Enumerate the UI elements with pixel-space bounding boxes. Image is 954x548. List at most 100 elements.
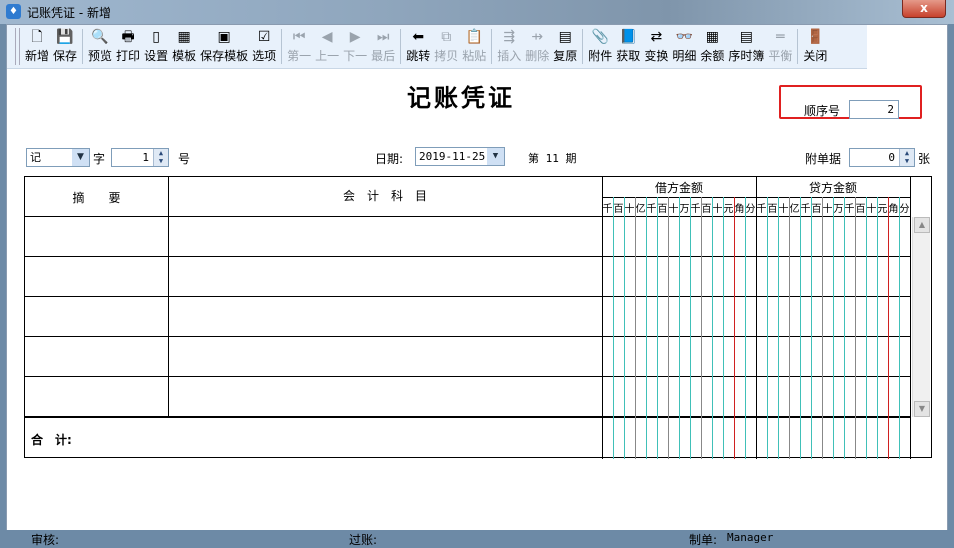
toolbar-button-template[interactable]: ▦ 模板	[170, 25, 198, 68]
seq-label: 顺序号	[804, 104, 841, 118]
digit-unit-label: 角	[888, 204, 899, 215]
toolbar-button-insert-row[interactable]: ⇶ 插入	[495, 25, 523, 68]
column-divider	[602, 177, 603, 459]
toolbar-button-fetch[interactable]: 📘 获取	[614, 25, 642, 68]
title-bar: ♦ 记账凭证 - 新增	[0, 0, 954, 24]
word-label: 字	[93, 152, 106, 166]
toolbar-button-copy[interactable]: ⧉ 拷贝	[432, 25, 460, 68]
toolbar-button-new-doc[interactable]: 🗋 新增	[23, 25, 51, 68]
toolbar-separator	[582, 29, 584, 64]
toolbar-button-page-setup[interactable]: ▯ 设置	[142, 25, 170, 68]
close-window-button[interactable]: x	[902, 0, 946, 18]
maker-value: Manager	[727, 531, 774, 544]
digit-unit-label: 百	[701, 204, 712, 215]
toolbar-button-attachment[interactable]: 📎 附件	[586, 25, 614, 68]
attachments-stepper[interactable]: 0 ▲ ▼	[849, 148, 915, 167]
preview-icon: 🔍	[91, 29, 109, 45]
toolbar-button-label: 获取	[616, 49, 641, 63]
scroll-up-icon[interactable]: ▲	[914, 217, 930, 233]
toolbar-button-label: 平衡	[768, 49, 793, 63]
save-icon: 💾	[56, 29, 74, 45]
digit-gridline	[822, 197, 823, 459]
number-label: 号	[178, 152, 191, 166]
toolbar-button-label: 余额	[700, 49, 725, 63]
toolbar-button-preview[interactable]: 🔍 预览	[86, 25, 114, 68]
toolbar-button-label: 序时簿	[728, 49, 765, 63]
toolbar-grip[interactable]	[15, 28, 20, 65]
save-template-icon: ▣	[217, 29, 231, 45]
exit-door-icon: 🚪	[806, 29, 825, 45]
toolbar-button-binoculars[interactable]: 👓 明细	[670, 25, 698, 68]
toolbar-button-label: 保存	[53, 49, 78, 63]
digit-gridline	[635, 197, 636, 459]
digit-gridline	[811, 197, 812, 459]
toolbar-button-equal[interactable]: ═ 平衡	[766, 25, 794, 68]
spin-arrows-icon[interactable]: ▲ ▼	[899, 149, 914, 166]
voucher-number-stepper[interactable]: 1 ▲ ▼	[111, 148, 169, 167]
digit-unit-label: 百	[855, 204, 866, 215]
digit-gridline	[899, 197, 900, 459]
voucher-word-select[interactable]: 记 ▼	[26, 148, 90, 167]
prev-icon: ◀	[321, 29, 333, 45]
toolbar-button-label: 关闭	[803, 49, 828, 63]
digit-gridline	[767, 197, 768, 459]
toolbar-button-journal[interactable]: ▤ 序时簿	[726, 25, 766, 68]
next-icon: ▶	[349, 29, 361, 45]
chevron-down-icon[interactable]: ▼	[487, 148, 504, 165]
seq-input[interactable]: 2	[849, 100, 899, 119]
toolbar-button-save-template[interactable]: ▣ 保存模板	[198, 25, 250, 68]
toolbar-button-options[interactable]: ☑ 选项	[250, 25, 278, 68]
digit-gridline	[668, 197, 669, 459]
toolbar-button-paste[interactable]: 📋 粘贴	[460, 25, 488, 68]
toolbar-button-print[interactable]: 🖶 打印	[114, 25, 142, 68]
toolbar-button-label: 拷贝	[434, 49, 459, 63]
toolbar-button-first[interactable]: ⏮ 第一	[285, 25, 313, 68]
toolbar-separator	[797, 29, 799, 64]
digit-unit-label: 元	[877, 204, 888, 215]
toolbar-button-label: 打印	[116, 49, 141, 63]
toolbar-button-transform[interactable]: ⇄ 变换	[642, 25, 670, 68]
toolbar-button-label: 变换	[644, 49, 669, 63]
chevron-down-icon[interactable]: ▼	[72, 149, 89, 166]
digit-unit-label: 十	[778, 204, 789, 215]
toolbar-button-jump[interactable]: ⬅ 跳转	[404, 25, 432, 68]
toolbar-button-next[interactable]: ▶ 下一	[341, 25, 369, 68]
digit-gridline	[712, 197, 713, 459]
spin-arrows-icon[interactable]: ▲ ▼	[153, 149, 168, 166]
scroll-down-icon[interactable]: ▼	[914, 401, 930, 417]
digit-gridline	[679, 197, 680, 459]
toolbar-button-save[interactable]: 💾 保存	[51, 25, 79, 68]
toolbar-button-label: 设置	[144, 49, 169, 63]
digit-gridline	[624, 197, 625, 459]
table-scrollbar[interactable]: ▲ ▼	[912, 217, 930, 417]
toolbar-button-label: 复原	[553, 49, 578, 63]
digit-unit-label: 千	[646, 204, 657, 215]
voucher-entry-table: 摘 要 会 计 科 目 借方金额 贷方金额 合 计: ▲ ▼ 千百十亿千百十万千…	[24, 176, 932, 459]
toolbar-button-restore[interactable]: ▤ 复原	[551, 25, 579, 68]
jump-icon: ⬅	[412, 29, 425, 45]
toolbar-button-prev[interactable]: ◀ 上一	[313, 25, 341, 68]
attachment-icon: 📎	[591, 29, 609, 45]
toolbar-button-label: 插入	[497, 49, 522, 63]
toolbar-button-balance[interactable]: ▦ 余额	[698, 25, 726, 68]
digit-unit-label: 亿	[635, 204, 646, 215]
digit-gridline	[778, 197, 779, 459]
date-picker[interactable]: 2019-11-25 ▼	[415, 147, 505, 166]
header-credit: 贷方金额	[808, 181, 857, 195]
digit-unit-label: 百	[767, 204, 778, 215]
toolbar-button-label: 预览	[88, 49, 113, 63]
digit-unit-label: 元	[723, 204, 734, 215]
toolbar-button-exit-door[interactable]: 🚪 关闭	[801, 25, 829, 68]
digit-gridline	[877, 197, 878, 459]
digit-unit-label: 十	[822, 204, 833, 215]
toolbar-button-last[interactable]: ⏭ 最后	[369, 25, 397, 68]
digit-unit-label: 百	[657, 204, 668, 215]
toolbar: 🗋 新增 💾 保存 🔍 预览 🖶 打印 ▯ 设置 ▦ 模板 ▣ 保存模板 ☑ 选项 ⏮ 第一 ◀ 上一 ▶ 下一 ⏭ 最后 ⬅ 跳…	[7, 25, 867, 69]
digit-gridline	[745, 197, 746, 459]
digit-gridline	[690, 197, 691, 459]
attachments-value: 0	[888, 151, 895, 164]
fetch-icon: 📘	[619, 29, 638, 45]
digit-unit-label: 千	[756, 204, 767, 215]
toolbar-button-delete-row[interactable]: ⇸ 删除	[523, 25, 551, 68]
toolbar-button-label: 附件	[588, 49, 613, 63]
